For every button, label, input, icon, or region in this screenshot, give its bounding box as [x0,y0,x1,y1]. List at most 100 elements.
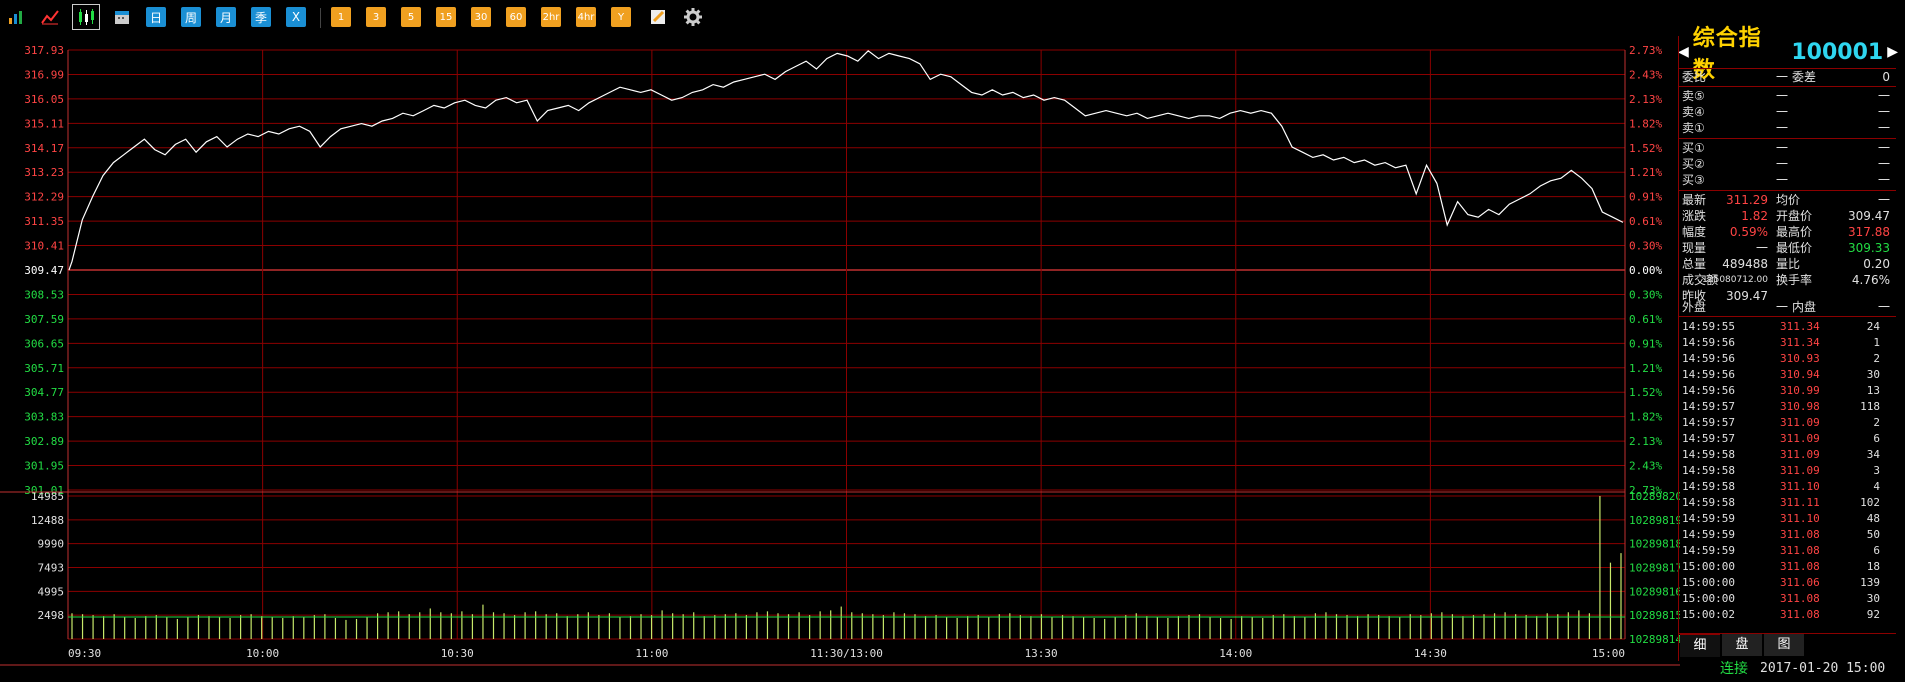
percent-axis-label: 0.00% [1629,264,1662,277]
tick-price: 310.93 [1780,352,1820,365]
percent-axis-label: 0.61% [1629,313,1662,326]
tick-time: 14:59:59 [1682,528,1735,541]
candlestick-icon[interactable] [72,4,100,30]
tick-time: 14:59:58 [1682,480,1735,493]
minute-3-button[interactable]: 3 [366,7,386,27]
line-chart-icon[interactable] [40,7,60,27]
period-x-button[interactable]: X [286,7,306,27]
tick-price: 311.08 [1780,608,1820,621]
intraday-chart[interactable]: 317.93 2.73% 316.99 2.43% 316.05 2.13% 315.11 1… [0,36,1680,666]
stat-row: 成交额 125080712.00 换手率 4.76% [1680,272,1894,288]
percent-axis-label: 1.82% [1629,117,1662,130]
minute-5-button[interactable]: 5 [401,7,421,27]
hour-4-button[interactable]: 4hr [576,7,596,27]
percent-axis-label: 0.30% [1629,240,1662,253]
tick-price: 311.06 [1780,576,1820,589]
tab-chart[interactable]: 图 [1764,634,1804,656]
sell-level-row: 卖⑤ 一 一 [1680,88,1894,104]
stat-value: 0.59% [1729,225,1768,239]
tick-price: 311.09 [1780,432,1820,445]
tick-price: 310.98 [1780,400,1820,413]
tab-book[interactable]: 盘 [1722,634,1762,656]
price-axis-label: 301.95 [24,460,64,473]
tick-time: 14:59:57 [1682,416,1735,429]
minute-30-button[interactable]: 30 [471,7,491,27]
period-day-button[interactable]: 日 [146,7,166,27]
tick-price: 311.34 [1780,320,1820,333]
buy-level-volume: 一 [1877,141,1890,155]
year-button[interactable]: Y [611,7,631,27]
tick-volume: 102 [1860,496,1880,509]
waipan-value: 一 [1776,300,1789,314]
tick-time: 14:59:58 [1682,464,1735,477]
volume-axis-right-label: 10289815 [1629,609,1680,622]
volume-axis-left-label: 12488 [31,514,64,527]
tick-volume: 30 [1866,368,1880,381]
stat-value: 125080712.00 [1702,275,1768,285]
buy-level-volume: 一 [1877,157,1890,171]
period-month-button[interactable]: 月 [216,7,236,27]
tick-time: 14:59:57 [1682,400,1735,413]
tick-volume: 50 [1866,528,1880,541]
period-quarter-button[interactable]: 季 [251,7,271,27]
waipan-label: 外盘 [1682,300,1707,314]
time-axis-label: 14:00 [1219,647,1252,660]
time-axis-label: 09:30 [68,647,101,660]
bar-chart-icon[interactable] [6,7,26,27]
price-axis-label: 316.05 [24,93,64,106]
tick-row: 14:59:58 311.09 34 [1680,447,1894,463]
price-axis-label: 316.99 [24,68,64,81]
tick-row: 14:59:58 311.11 102 [1680,495,1894,511]
time-axis-label: 10:00 [246,647,279,660]
price-axis-label: 317.93 [24,44,64,57]
volume-axis-right-label: 10289814 [1629,633,1680,646]
toolbar: 日 周 月 季 X 1 3 5 15 30 60 2hr 4hr Y [0,0,1905,36]
period-week-button[interactable]: 周 [181,7,201,27]
tick-price: 311.10 [1780,480,1820,493]
minute-1-button[interactable]: 1 [331,7,351,27]
sell-level-volume: 一 [1877,105,1890,119]
connection-status[interactable]: 连接 [1720,658,1748,680]
stat-label: 最低价 [1776,241,1813,255]
buy-level-price: 一 [1776,157,1789,171]
price-axis-label: 309.47 [24,264,64,277]
buy-level-label: 买① [1682,141,1705,155]
percent-axis-label: 1.21% [1629,166,1662,179]
buy-level-volume: 一 [1877,173,1890,187]
divider [1678,86,1896,87]
tick-volume: 2 [1873,352,1880,365]
hour-2-button[interactable]: 2hr [541,7,561,27]
stat-row: 总量 489488 量比 0.20 [1680,256,1894,272]
next-index-arrow[interactable]: ▶ [1887,44,1898,60]
tick-volume: 6 [1873,432,1880,445]
buy-level-row: 买③ 一 一 [1680,172,1894,188]
neipan-value: 一 [1877,300,1890,314]
tick-row: 14:59:58 311.09 3 [1680,463,1894,479]
gear-icon[interactable] [683,7,703,27]
weibi-value: 一 [1776,70,1789,84]
time-axis-label: 11:30/13:00 [810,647,883,660]
tick-price: 310.94 [1780,368,1820,381]
sell-level-price: 一 [1776,105,1789,119]
tick-volume: 118 [1860,400,1880,413]
volume-axis-left-label: 2498 [38,609,65,622]
tick-row: 14:59:55 311.34 24 [1680,319,1894,335]
tick-time: 14:59:56 [1682,384,1735,397]
prev-index-arrow[interactable]: ◀ [1678,44,1689,60]
tick-time: 14:59:57 [1682,432,1735,445]
stat-label: 幅度 [1682,225,1707,239]
tick-row: 14:59:59 311.08 50 [1680,527,1894,543]
tick-time: 15:00:00 [1682,576,1735,589]
minute-60-button[interactable]: 60 [506,7,526,27]
tick-price: 311.10 [1780,512,1820,525]
calendar-icon[interactable] [112,7,132,27]
tab-detail[interactable]: 细 [1680,634,1720,657]
tick-volume: 24 [1866,320,1880,333]
percent-axis-label: 0.91% [1629,191,1662,204]
tick-row: 14:59:56 311.34 1 [1680,335,1894,351]
pencil-icon[interactable] [648,7,668,27]
price-axis-label: 310.41 [24,240,64,253]
minute-15-button[interactable]: 15 [436,7,456,27]
stat-value: 0.20 [1863,257,1890,271]
tick-price: 311.09 [1780,448,1820,461]
